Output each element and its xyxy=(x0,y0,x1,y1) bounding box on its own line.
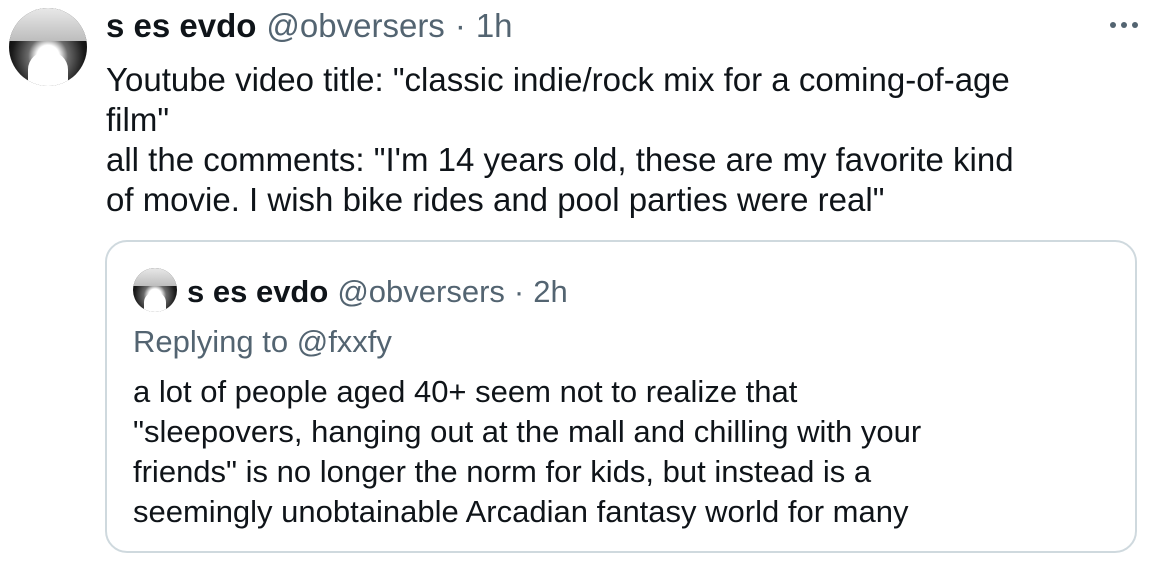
tweet-header: s es evdo @obversers · 1h xyxy=(106,4,513,48)
quoted-author-avatar xyxy=(133,268,177,312)
more-horizontal-icon xyxy=(1110,22,1138,28)
replying-to-label: Replying to xyxy=(133,324,289,359)
separator-dot: · xyxy=(454,7,466,44)
author-name[interactable]: s es evdo xyxy=(106,7,256,45)
author-avatar[interactable] xyxy=(9,8,87,86)
tweet-timestamp[interactable]: 1h xyxy=(476,7,513,45)
tweet-text-line: Youtube video title: "classic indie/rock… xyxy=(106,61,1010,98)
quoted-tweet-header: s es evdo @obversers · 2h xyxy=(187,270,568,314)
author-handle[interactable]: @obversers xyxy=(266,7,444,45)
tweet-text-line: of movie. I wish bike rides and pool par… xyxy=(106,181,885,218)
separator-dot: · xyxy=(513,274,525,309)
tweet-text-line: film" xyxy=(106,101,170,138)
tweet-text: Youtube video title: "classic indie/rock… xyxy=(106,60,1146,220)
replying-to-mention[interactable]: @fxxfy xyxy=(297,324,392,359)
quoted-text-line: friends" is no longer the norm for kids,… xyxy=(133,454,872,489)
quoted-author-name: s es evdo xyxy=(187,274,329,309)
tweet-text-line: all the comments: "I'm 14 years old, the… xyxy=(106,141,1014,178)
replying-to-line: Replying to @fxxfy xyxy=(133,324,392,360)
quoted-text-line: "sleepovers, hanging out at the mall and… xyxy=(133,414,922,449)
quoted-text-line: a lot of people aged 40+ seem not to rea… xyxy=(133,374,798,409)
quoted-text-line: seemingly unobtainable Arcadian fantasy … xyxy=(133,494,909,529)
quoted-tweet[interactable]: s es evdo @obversers · 2h Replying to @f… xyxy=(105,240,1137,553)
quoted-author-handle: @obversers xyxy=(337,274,505,309)
quoted-tweet-timestamp: 2h xyxy=(533,274,568,309)
more-options-button[interactable] xyxy=(1102,10,1146,40)
quoted-tweet-text: a lot of people aged 40+ seem not to rea… xyxy=(133,372,1123,532)
tweet: s es evdo @obversers · 1h Youtube video … xyxy=(0,0,1170,568)
